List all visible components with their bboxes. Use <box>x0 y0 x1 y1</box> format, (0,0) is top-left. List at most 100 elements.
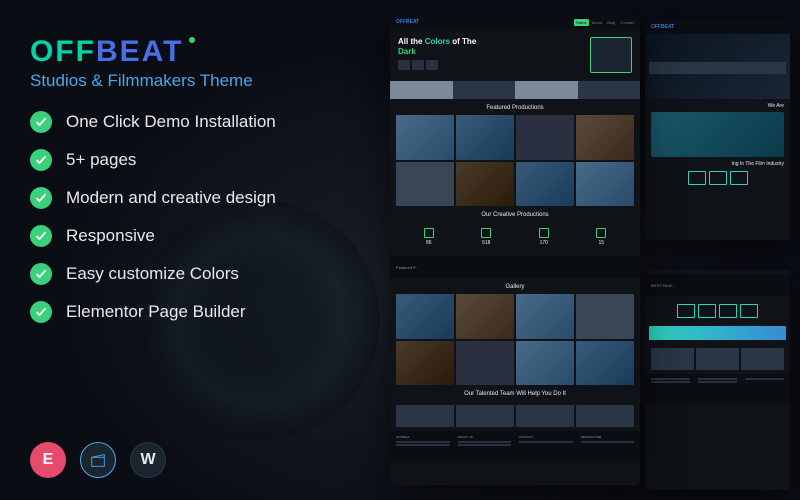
about-section: We Are Ing In The Film Industry <box>645 99 790 189</box>
feature-text: One Click Demo Installation <box>66 112 276 132</box>
preview-footer <box>645 374 790 404</box>
stat: 170 <box>539 228 549 246</box>
team-member <box>516 405 574 427</box>
gallery-image <box>396 341 454 386</box>
strip-label: BEST FILM... <box>651 283 675 288</box>
productions-gallery <box>390 115 640 206</box>
preview-nav: OFFBEAT <box>645 20 790 34</box>
logo-part-beat: BEAT <box>96 35 183 69</box>
theme-preview-main: OFFBEAT Home About Blog Contact All the … <box>390 15 640 485</box>
footer-image <box>696 348 739 370</box>
gallery-image <box>396 115 454 160</box>
team-member <box>396 405 454 427</box>
nav-about: About <box>590 19 604 26</box>
feature-text: Responsive <box>66 226 155 246</box>
about-image <box>651 112 784 157</box>
social-icons <box>651 304 784 318</box>
footer-col <box>698 378 737 400</box>
preview-logo: OFFBEAT <box>396 19 419 25</box>
gallery-image <box>456 115 514 160</box>
gallery-image <box>396 162 454 207</box>
social-icon <box>740 304 758 318</box>
preview-footer: OFFBEAT ABOUT US CONTACT NEWSLETTER <box>390 431 640 461</box>
logo-part-off: OFF <box>30 35 96 69</box>
section-heading: Gallery <box>390 284 640 290</box>
product-logo: OFFBEAT <box>30 35 390 69</box>
gallery-image <box>576 115 634 160</box>
preview-nav: OFFBEAT Home About Blog Contact <box>390 15 640 29</box>
gallery-image <box>516 115 574 160</box>
about-heading-2: Ing In The Film Industry <box>651 161 784 167</box>
strip-image <box>453 81 516 99</box>
stat-icon <box>539 228 549 238</box>
section-heading: Our Creative Productions <box>390 212 640 218</box>
hero-title: All the Colors of The Dark <box>398 37 584 56</box>
silhouette-strip <box>390 81 640 99</box>
featured-strip: Featured P... <box>390 256 640 278</box>
check-icon <box>30 225 52 247</box>
gallery-image <box>456 294 514 339</box>
footer-col <box>651 378 690 400</box>
nav-blog: Blog <box>605 19 617 26</box>
team-member <box>576 405 634 427</box>
silhouette-graphic <box>649 44 786 74</box>
check-icon <box>30 111 52 133</box>
product-subtitle: Studios & Filmmakers Theme <box>30 71 390 91</box>
service-icon <box>688 171 706 185</box>
film-clapper-icon <box>80 442 116 478</box>
feature-item: Responsive <box>30 225 390 247</box>
service-icons <box>651 171 784 185</box>
thumb <box>398 60 410 70</box>
team-member <box>456 405 514 427</box>
feature-item: 5+ pages <box>30 149 390 171</box>
footer-image <box>651 348 694 370</box>
tech-badges: E W <box>30 442 166 478</box>
social-icon <box>677 304 695 318</box>
preview-logo: OFFBEAT <box>651 24 674 30</box>
thumb <box>426 60 438 70</box>
elementor-icon: E <box>30 442 66 478</box>
promo-content: OFFBEAT Studios & Filmmakers Theme One C… <box>30 35 390 339</box>
strip-label: Featured P... <box>396 265 419 270</box>
gallery-image <box>576 162 634 207</box>
feature-item: One Click Demo Installation <box>30 111 390 133</box>
about-hero <box>645 34 790 99</box>
thumb <box>412 60 424 70</box>
feature-text: 5+ pages <box>66 150 136 170</box>
stat: 15 <box>596 228 606 246</box>
strip-image <box>390 81 453 99</box>
stat-icon <box>481 228 491 238</box>
preview-hero: All the Colors of The Dark <box>390 29 640 81</box>
stat-icon <box>596 228 606 238</box>
social-icon <box>719 304 737 318</box>
stat: 518 <box>481 228 491 246</box>
feature-text: Elementor Page Builder <box>66 302 246 322</box>
theme-preview-footer: BEST FILM... <box>645 270 790 490</box>
feature-list: One Click Demo Installation 5+ pages Mod… <box>30 111 390 323</box>
hero-thumbnails <box>398 60 584 70</box>
section-heading: Our Talented Team Will Help You Do It <box>390 391 640 397</box>
about-heading: We Are <box>651 103 784 109</box>
gallery-image <box>456 341 514 386</box>
footer-gallery <box>645 344 790 374</box>
footer-image <box>741 348 784 370</box>
gallery-image <box>516 294 574 339</box>
social-icon <box>698 304 716 318</box>
feature-item: Elementor Page Builder <box>30 301 390 323</box>
footer-col: OFFBEAT <box>396 435 450 457</box>
footer-col: CONTACT <box>519 435 573 457</box>
nav-contact: Contact <box>618 19 636 26</box>
logo-accent-dot <box>189 37 195 43</box>
theme-preview-about: OFFBEAT We Are Ing In The Film Industry <box>645 20 790 240</box>
gallery-grid <box>390 294 640 385</box>
gallery-image <box>576 294 634 339</box>
check-icon <box>30 301 52 323</box>
footer-col <box>745 378 784 400</box>
footer-col: ABOUT US <box>458 435 512 457</box>
newsletter-bar <box>649 326 786 340</box>
footer-col: NEWSLETTER <box>581 435 635 457</box>
stat-icon <box>424 228 434 238</box>
gallery-image <box>456 162 514 207</box>
gallery-image <box>516 162 574 207</box>
gallery-image <box>516 341 574 386</box>
